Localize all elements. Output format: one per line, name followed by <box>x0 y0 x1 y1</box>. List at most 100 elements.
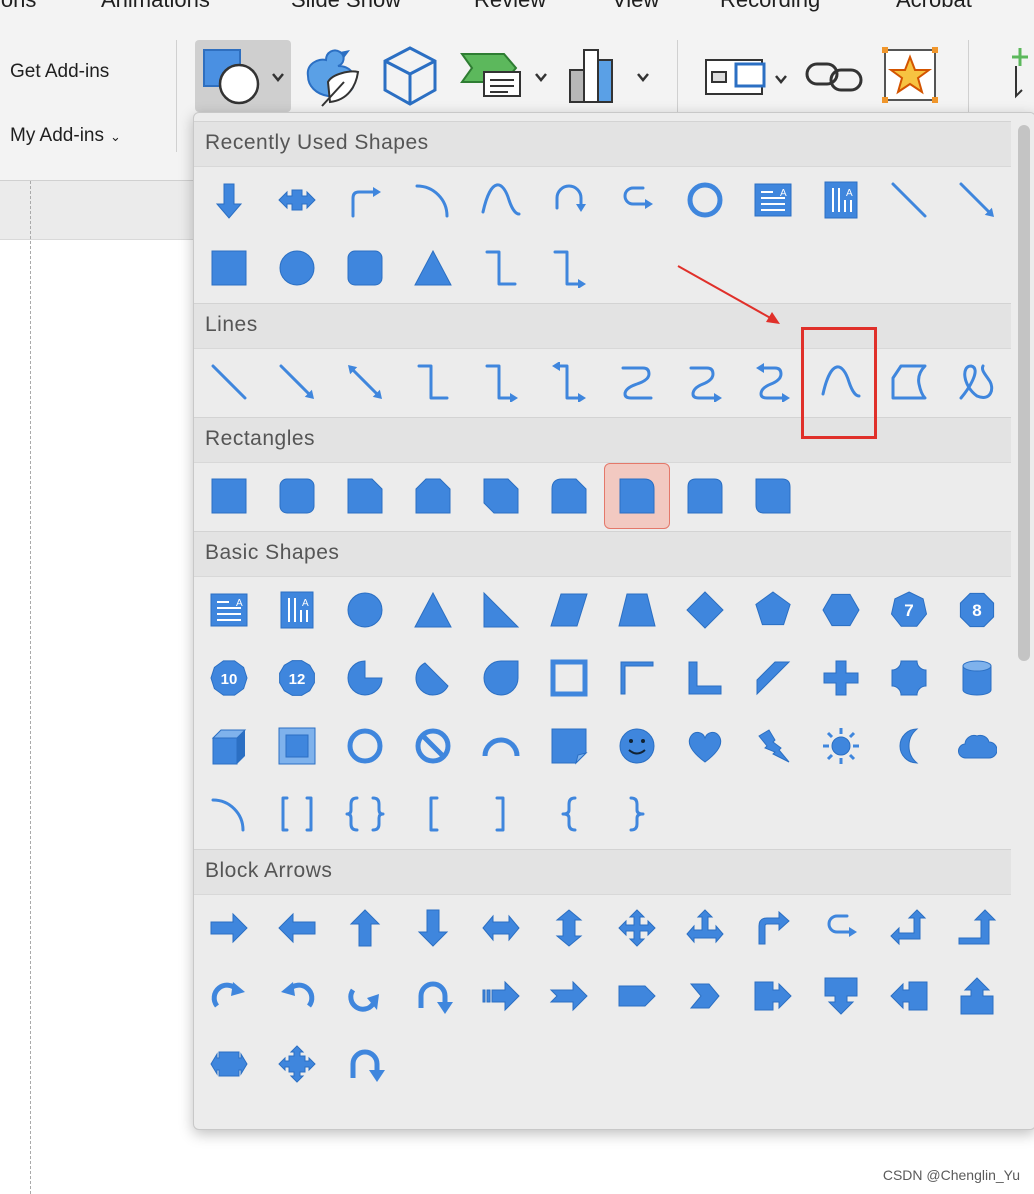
shape-cross[interactable] <box>808 645 874 711</box>
menu-animations[interactable]: Animations <box>101 0 210 13</box>
my-add-ins-button[interactable]: My Add-ins ⌄ <box>10 125 121 147</box>
shape-donut[interactable] <box>672 167 738 233</box>
shape-bent-arrow-right[interactable] <box>332 167 398 233</box>
shape-up-arrow[interactable] <box>332 895 398 961</box>
shape-striped-right-arrow[interactable] <box>468 963 534 1029</box>
menu-recording[interactable]: Recording <box>720 0 820 13</box>
shape-chord[interactable] <box>400 645 466 711</box>
shape-lightning-bolt[interactable] <box>740 713 806 779</box>
shape-curved-down-arrow[interactable] <box>400 963 466 1029</box>
shape-vertical-text-box[interactable]: A <box>264 577 330 643</box>
shape-cloud[interactable] <box>944 713 1010 779</box>
shape-left-brace[interactable] <box>536 781 602 847</box>
shape-line-arrow[interactable] <box>944 167 1010 233</box>
shape-left-up-arrow[interactable] <box>876 895 942 961</box>
shape-line[interactable] <box>876 167 942 233</box>
shape-double-bracket[interactable] <box>264 781 330 847</box>
smartart-button[interactable] <box>460 50 552 104</box>
shape-left-arrow-callout[interactable] <box>876 963 942 1029</box>
shape-curved-double-arrow-connector[interactable] <box>740 349 806 415</box>
shape-up-arrow-callout[interactable] <box>944 963 1010 1029</box>
shape-scribble[interactable] <box>944 349 1010 415</box>
shape-round-diagonal[interactable] <box>740 463 806 529</box>
shape-down-arrow-callout[interactable] <box>808 963 874 1029</box>
shape-arrow-left-right-block[interactable] <box>264 167 330 233</box>
shape-snip-round-single[interactable] <box>536 463 602 529</box>
shape-line-double-arrow[interactable] <box>332 349 398 415</box>
shape-chevron[interactable] <box>672 963 738 1029</box>
screenshot-button[interactable] <box>704 54 792 98</box>
shape-cube[interactable] <box>196 713 262 779</box>
shape-right-brace[interactable] <box>604 781 670 847</box>
shape-u-turn-arrow[interactable] <box>604 167 670 233</box>
shape-elbow-double-arrow-connector[interactable] <box>536 349 602 415</box>
shape-heptagon[interactable]: 7 <box>876 577 942 643</box>
shape-curved-arrow-connector[interactable] <box>672 349 738 415</box>
shape-arc[interactable] <box>196 781 262 847</box>
shape-pie[interactable] <box>332 645 398 711</box>
shape-curved-left-arrow[interactable] <box>264 963 330 1029</box>
shape-curved-arrow[interactable] <box>536 167 602 233</box>
shape-oval[interactable] <box>332 577 398 643</box>
chart-button[interactable] <box>568 44 654 108</box>
shape-right-triangle[interactable] <box>468 577 534 643</box>
shape-isosceles-triangle[interactable] <box>400 577 466 643</box>
shape-right-arrow-callout[interactable] <box>740 963 806 1029</box>
shape-text-box[interactable]: A <box>740 167 806 233</box>
shape-line-arrow[interactable] <box>264 349 330 415</box>
shape-pentagon-arrow[interactable] <box>604 963 670 1029</box>
shape-plaque[interactable] <box>876 645 942 711</box>
shape-snip-same-side[interactable] <box>400 463 466 529</box>
shape-half-frame[interactable] <box>604 645 670 711</box>
shape-curved-connector[interactable] <box>604 349 670 415</box>
shape-octagon[interactable]: 8 <box>944 577 1010 643</box>
shape-snip-single-corner[interactable] <box>332 463 398 529</box>
menu-acrobat[interactable]: Acrobat <box>896 0 972 13</box>
shape-triangle[interactable] <box>400 235 466 301</box>
shapes-button[interactable] <box>195 40 291 112</box>
shape-left-right-arrow-callout[interactable] <box>196 1031 262 1097</box>
shape-arc[interactable] <box>400 167 466 233</box>
shape-bent-arrow[interactable] <box>740 895 806 961</box>
shape-line[interactable] <box>196 349 262 415</box>
shape-decagon[interactable]: 10 <box>196 645 262 711</box>
shape-rectangle[interactable] <box>196 463 262 529</box>
link-button[interactable] <box>804 54 864 98</box>
shape-donut[interactable] <box>332 713 398 779</box>
shape-curve[interactable] <box>468 167 534 233</box>
shape-block-arc[interactable] <box>468 713 534 779</box>
action-button[interactable] <box>881 46 939 106</box>
shape-up-down-arrow[interactable] <box>536 895 602 961</box>
menu-transitions[interactable]: ions <box>0 0 36 13</box>
shape-diagonal-stripe[interactable] <box>740 645 806 711</box>
shape-can[interactable] <box>944 645 1010 711</box>
shape-frame[interactable] <box>536 645 602 711</box>
shape-notched-right-arrow[interactable] <box>536 963 602 1029</box>
comment-button[interactable] <box>1004 44 1034 108</box>
shape-curved-up-arrow[interactable] <box>332 963 398 1029</box>
shape-l-shape[interactable] <box>672 645 738 711</box>
shape-u-turn-arrow[interactable] <box>808 895 874 961</box>
shape-oval[interactable] <box>264 235 330 301</box>
shape-left-bracket[interactable] <box>400 781 466 847</box>
shape-sun[interactable] <box>808 713 874 779</box>
shape-elbow-arrow-connector[interactable] <box>468 349 534 415</box>
shape-freeform-shape[interactable] <box>876 349 942 415</box>
shape-heart[interactable] <box>672 713 738 779</box>
menu-review[interactable]: Review <box>474 0 546 13</box>
shape-left-arrow[interactable] <box>264 895 330 961</box>
shape-left-right-up-arrow[interactable] <box>672 895 738 961</box>
shape-rounded-rectangle[interactable] <box>332 235 398 301</box>
shape-moon[interactable] <box>876 713 942 779</box>
shape-curved-right-arrow[interactable] <box>196 963 262 1029</box>
shape-right-bracket[interactable] <box>468 781 534 847</box>
shape-elbow-connector[interactable] <box>468 235 534 301</box>
shape-rounded-rectangle[interactable] <box>264 463 330 529</box>
shape-diamond[interactable] <box>672 577 738 643</box>
shape-left-right-arrow[interactable] <box>468 895 534 961</box>
shape-quad-arrow-callout[interactable] <box>264 1031 330 1097</box>
shape-parallelogram[interactable] <box>536 577 602 643</box>
shape-no-symbol[interactable] <box>400 713 466 779</box>
get-add-ins-button[interactable]: Get Add-ins <box>10 61 109 83</box>
shape-dodecagon[interactable]: 12 <box>264 645 330 711</box>
